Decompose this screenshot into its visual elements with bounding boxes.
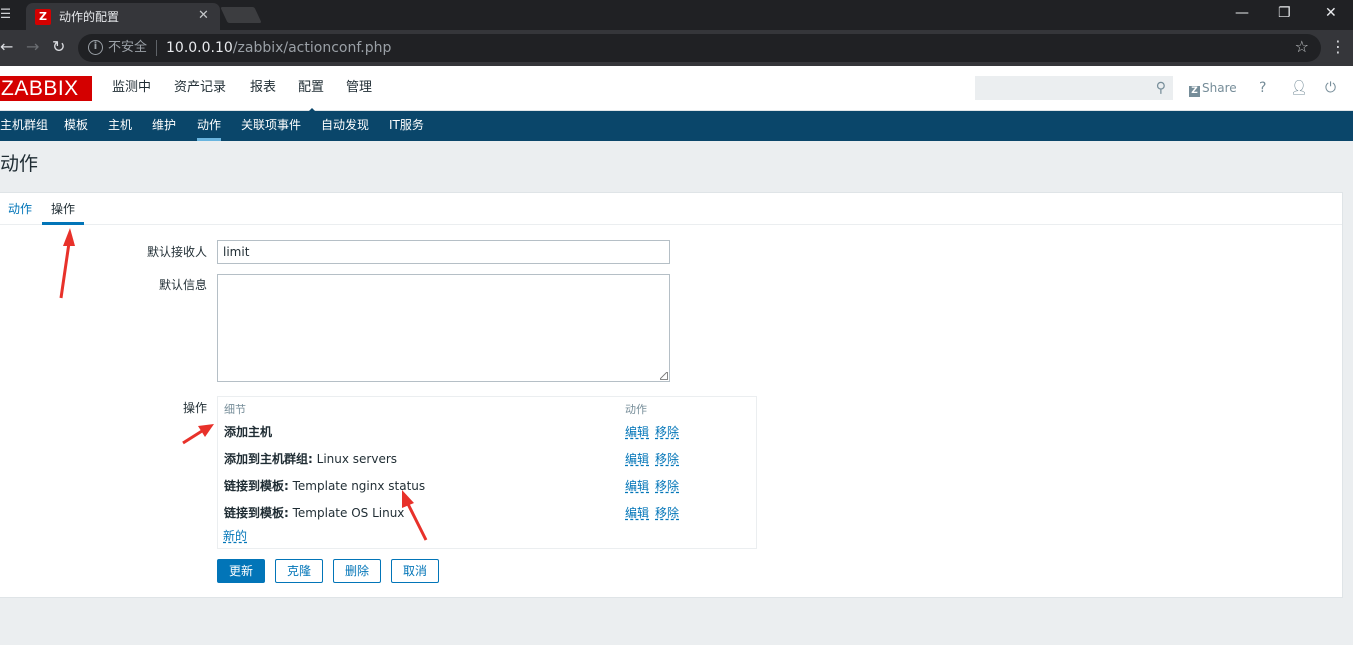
search-input[interactable]: ⚲: [975, 76, 1173, 100]
logout-icon[interactable]: ⏻: [1325, 79, 1336, 97]
security-label: 不安全: [108, 40, 148, 55]
operation-type: 链接到模板:: [224, 506, 289, 520]
browser-tab[interactable]: Z 动作的配置 ✕: [26, 3, 220, 30]
update-button[interactable]: 更新: [217, 559, 265, 583]
operation-row: 添加到主机群组: Linux servers: [224, 451, 397, 467]
zabbix-share-icon: Z: [1189, 86, 1200, 97]
tab-title: 动作的配置: [59, 10, 120, 24]
window-close-icon[interactable]: ✕: [1325, 5, 1337, 21]
default-message-textarea[interactable]: [217, 274, 670, 382]
edit-link[interactable]: 编辑: [625, 505, 649, 521]
resize-handle-icon[interactable]: [660, 372, 668, 380]
back-icon[interactable]: ←: [0, 38, 13, 56]
minimize-icon[interactable]: —: [1235, 5, 1249, 21]
subnav-item-correlation[interactable]: 关联项事件: [241, 118, 301, 133]
default-recipient-label: 默认接收人: [146, 245, 207, 259]
remove-link[interactable]: 移除: [655, 451, 679, 467]
remove-link[interactable]: 移除: [655, 478, 679, 494]
delete-button[interactable]: 删除: [333, 559, 381, 583]
menu-item-monitoring[interactable]: 监测中: [112, 79, 151, 97]
search-icon[interactable]: ⚲: [1156, 80, 1166, 96]
edit-link[interactable]: 编辑: [625, 451, 649, 467]
zabbix-logo[interactable]: ZABBIX: [0, 76, 92, 101]
column-header-action: 动作: [625, 403, 647, 416]
operation-row: 链接到模板: Template OS Linux: [224, 505, 404, 521]
remove-link[interactable]: 移除: [655, 505, 679, 521]
tab-action[interactable]: 动作: [8, 201, 32, 217]
reload-icon[interactable]: ↻: [52, 38, 65, 56]
operation-detail: Template OS Linux: [288, 506, 405, 520]
new-operation-link[interactable]: 新的: [223, 528, 247, 544]
user-profile-icon[interactable]: 👤︎: [1290, 79, 1308, 97]
subnav-item-templates[interactable]: 模板: [64, 118, 88, 133]
forward-icon[interactable]: →: [26, 38, 39, 56]
share-link[interactable]: Z Share: [1189, 80, 1237, 97]
browser-menu-icon[interactable]: ⋮: [1330, 38, 1346, 56]
menu-item-administration[interactable]: 管理: [346, 79, 372, 97]
operation-type: 添加主机: [224, 425, 273, 439]
subnav-item-actions[interactable]: 动作: [197, 118, 222, 141]
form-tabs: 动作 操作: [0, 193, 1342, 225]
clone-button[interactable]: 克隆: [275, 559, 323, 583]
subnav-item-it-services[interactable]: IT服务: [389, 118, 424, 133]
address-bar: ← → ↻ i 不安全 10.0.0.10/zabbix/actionconf.…: [0, 30, 1353, 66]
browser-titlebar: ☰ Z 动作的配置 ✕ — ❐ ✕: [0, 0, 1353, 30]
operations-label: 操作: [182, 401, 207, 415]
page-title: 动作: [0, 153, 39, 175]
url-host: 10.0.0.10: [166, 40, 233, 56]
operations-table: 细节 动作 添加主机 编辑 移除 添加到主机群组: Linux servers …: [217, 396, 757, 549]
menu-item-reports[interactable]: 报表: [250, 79, 276, 97]
default-message-label: 默认信息: [158, 278, 207, 292]
operation-detail: Template nginx status: [288, 479, 426, 493]
subnav-item-discovery[interactable]: 自动发现: [321, 118, 369, 133]
column-header-details: 细节: [224, 403, 246, 416]
cancel-button[interactable]: 取消: [391, 559, 439, 583]
share-label: Share: [1202, 81, 1237, 95]
zabbix-favicon-icon: Z: [35, 9, 51, 25]
url-path: /zabbix/actionconf.php: [232, 40, 392, 56]
restore-icon[interactable]: ❐: [1278, 5, 1291, 21]
operation-row: 链接到模板: Template nginx status: [224, 478, 425, 494]
operation-detail: Linux servers: [312, 452, 398, 466]
bookmark-star-icon[interactable]: ☆: [1295, 38, 1309, 56]
operation-type: 链接到模板:: [224, 479, 289, 493]
tab-operations[interactable]: 操作: [41, 201, 85, 225]
operation-row: 添加主机: [224, 424, 272, 440]
new-tab-button[interactable]: [220, 7, 262, 23]
subnav-item-hosts[interactable]: 主机: [108, 118, 132, 133]
menu-item-configuration[interactable]: 配置: [298, 79, 324, 114]
default-recipient-input[interactable]: limit: [217, 240, 670, 264]
sub-navigation: 主机群组 模板 主机 维护 动作 关联项事件 自动发现 IT服务: [0, 111, 1353, 141]
close-tab-icon[interactable]: ✕: [198, 8, 209, 24]
subnav-item-hostgroups[interactable]: 主机群组: [0, 118, 48, 133]
operation-type: 添加到主机群组:: [224, 452, 313, 466]
url-text[interactable]: 10.0.0.10/zabbix/actionconf.php: [166, 39, 391, 57]
subnav-item-maintenance[interactable]: 维护: [152, 118, 176, 133]
omnibox[interactable]: i 不安全 10.0.0.10/zabbix/actionconf.php ☆: [78, 34, 1321, 62]
omnibox-divider: [156, 40, 157, 56]
help-icon[interactable]: ?: [1259, 79, 1266, 97]
remove-link[interactable]: 移除: [655, 424, 679, 440]
menu-item-inventory[interactable]: 资产记录: [174, 79, 226, 97]
tab-search-icon[interactable]: ☰: [0, 8, 10, 22]
info-icon[interactable]: i: [88, 40, 103, 55]
zabbix-header: ZABBIX 监测中 资产记录 报表 配置 管理 ⚲ Z Share ? 👤︎ ⏻: [0, 66, 1353, 114]
edit-link[interactable]: 编辑: [625, 478, 649, 494]
edit-link[interactable]: 编辑: [625, 424, 649, 440]
